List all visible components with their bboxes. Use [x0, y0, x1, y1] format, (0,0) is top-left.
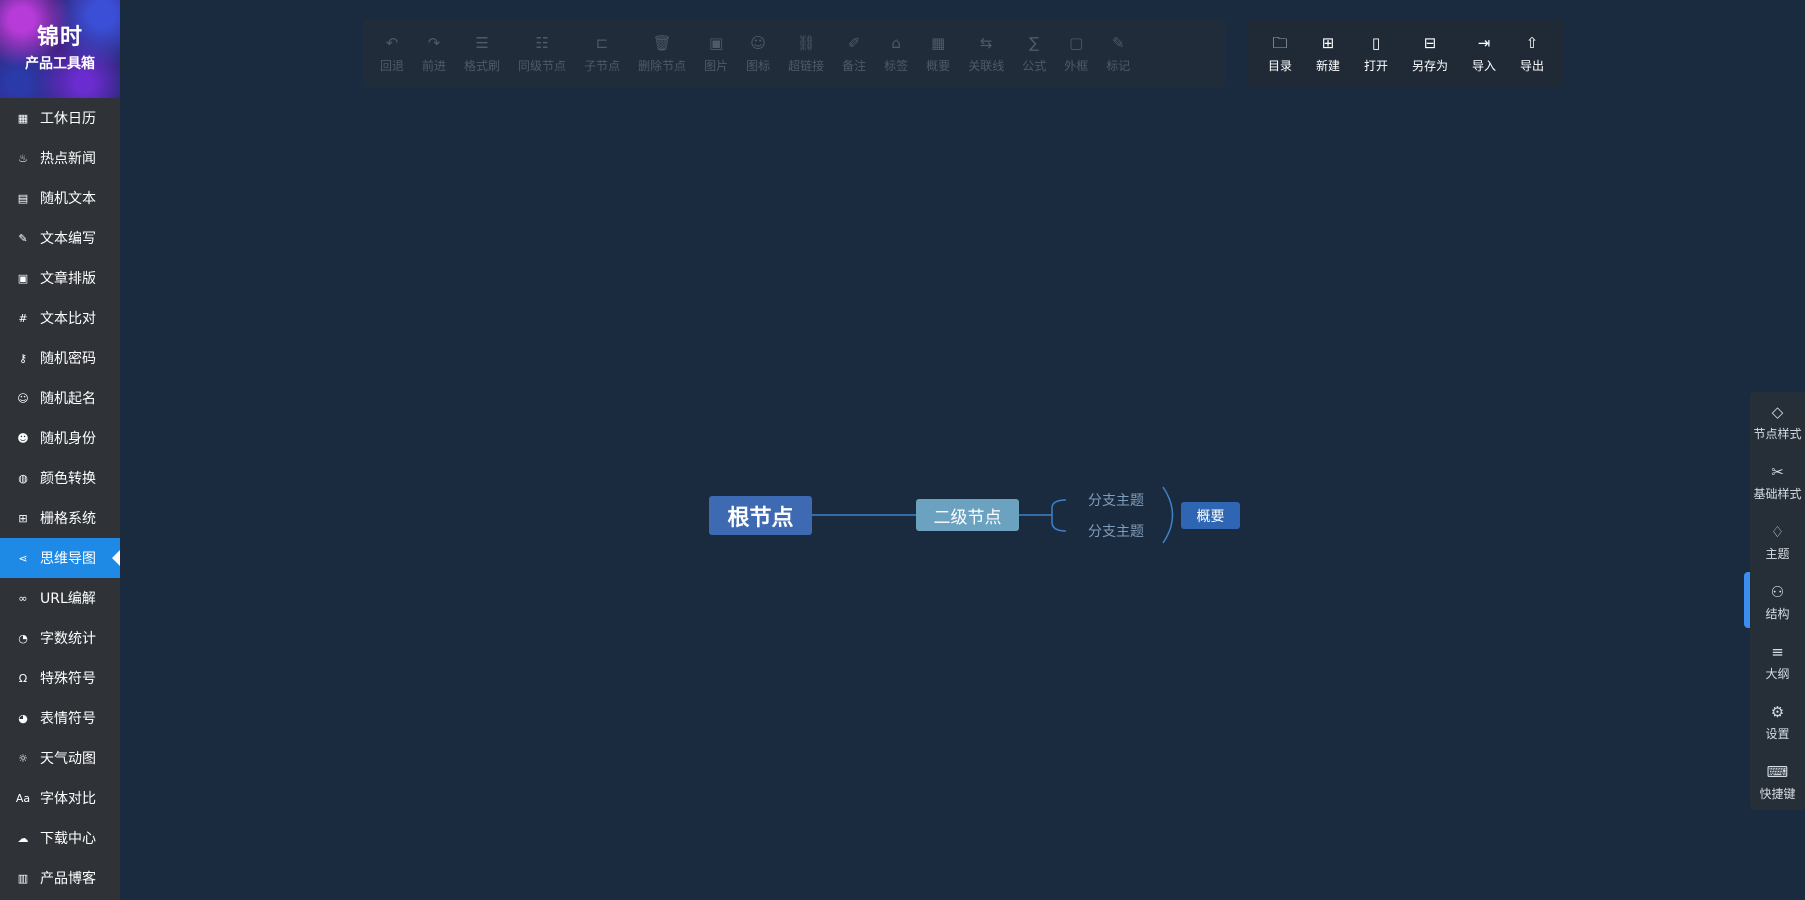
right-panel-item-label: 主题: [1765, 547, 1790, 561]
right-panel-item-label: 基础样式: [1753, 487, 1802, 501]
right-panel-item[interactable]: ⚙ 设置: [1750, 692, 1805, 752]
mindmap-summary-node[interactable]: 概要: [1181, 502, 1240, 529]
right-panel-item[interactable]: ⌨ 快捷键: [1750, 752, 1805, 812]
tools-icon: ✂: [1771, 463, 1784, 481]
structure-icon: ⚇: [1770, 583, 1785, 601]
right-panel-item[interactable]: ✂ 基础样式: [1750, 452, 1805, 512]
branch-bracket: [1051, 499, 1067, 532]
right-panel-item-label: 大纲: [1765, 667, 1790, 681]
right-panel-item-label: 快捷键: [1759, 787, 1796, 801]
right-panel: ◇ 节点样式 ✂ 基础样式 ♢ 主题 ⚇ 结构 ≡ 大纲 ⚙ 设置 ⌨ 快捷键: [1750, 392, 1805, 810]
right-panel-item-label: 节点样式: [1753, 427, 1802, 441]
keyboard-icon: ⌨: [1766, 763, 1789, 781]
summary-bracket: [1162, 486, 1174, 544]
right-panel-item[interactable]: ◇ 节点样式: [1750, 392, 1805, 452]
mindmap-branch-node[interactable]: 分支主题: [1088, 490, 1144, 510]
right-panel-item[interactable]: ⚇ 结构: [1750, 572, 1805, 632]
node-style-icon: ◇: [1771, 403, 1784, 421]
mindmap-second-node[interactable]: 二级节点: [916, 499, 1019, 531]
right-panel-item-label: 结构: [1765, 607, 1790, 621]
shirt-icon: ♢: [1770, 523, 1785, 541]
right-panel-item-label: 设置: [1765, 727, 1790, 741]
mindmap-connectors: [812, 486, 1174, 544]
right-panel-item[interactable]: ♢ 主题: [1750, 512, 1805, 572]
outline-icon: ≡: [1771, 643, 1784, 661]
mindmap-root-node[interactable]: 根节点: [709, 496, 812, 535]
right-panel-item[interactable]: ≡ 大纲: [1750, 632, 1805, 692]
settings-icon: ⚙: [1770, 703, 1785, 721]
mindmap-branch-node[interactable]: 分支主题: [1088, 521, 1144, 541]
